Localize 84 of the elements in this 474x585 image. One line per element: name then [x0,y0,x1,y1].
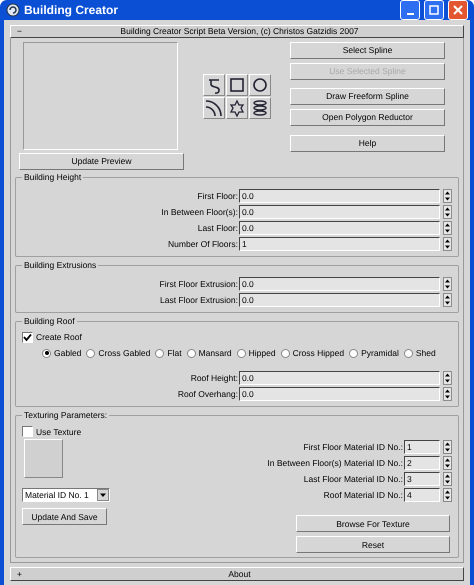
close-icon [453,5,463,15]
field-label: Last Floor: [196,222,238,234]
arc-tool-button[interactable] [203,96,225,118]
spinner-icon[interactable] [443,440,452,454]
input-field[interactable]: 0.0 [238,205,440,219]
input-field[interactable]: 0.0 [238,189,440,203]
about-rollout-header[interactable]: + About [10,567,464,582]
spinner-icon[interactable] [443,205,452,219]
field-label: First Floor Material ID No.: [302,442,403,452]
input-field[interactable]: 0.0 [238,221,440,235]
field-label: Roof Height: [190,373,238,384]
update-preview-button[interactable]: Update Preview [19,153,184,170]
spinner-icon[interactable] [443,293,452,307]
star-icon [227,98,247,118]
input-field[interactable]: 0.0 [238,293,440,307]
field-label: Last Floor Material ID No.: [302,474,403,484]
radio-option[interactable]: Flat [155,348,182,358]
group-title: Building Extrusions [22,260,98,270]
expand-symbol: + [17,569,22,580]
radio-option[interactable]: Cross Hipped [280,348,344,358]
input-field[interactable]: 0.0 [238,371,440,386]
radio-option[interactable]: Gabled [42,348,82,358]
checkbox-label[interactable]: Create Roof [36,332,82,343]
checkbox-label[interactable]: Use Texture [36,426,82,437]
action-button[interactable]: Help [290,135,445,152]
input-field[interactable]: 1 [404,440,440,454]
spinner-icon[interactable] [443,472,452,486]
close-button[interactable] [448,0,468,20]
arc-icon [204,98,224,118]
helix-tool-button[interactable] [249,96,271,118]
field-label: In Between Floor(s) Material ID No.: [266,458,403,468]
circle-tool-button[interactable] [249,74,271,96]
input-field[interactable]: 3 [404,472,440,486]
update-and-save-button[interactable]: Update And Save [22,508,107,526]
minimize-icon [406,13,414,15]
radio-option[interactable]: Cross Gabled [86,348,150,358]
checkbox[interactable] [22,332,33,343]
star-tool-button[interactable] [226,96,248,118]
field-label: Number Of Floors: [167,238,238,250]
rollout-header[interactable]: − Building Creator Script Beta Version, (c) Christos Gatzidis 2007 [10,25,464,38]
spinner-icon[interactable] [443,387,452,402]
curve-tool-button[interactable] [203,74,225,96]
spinner-icon[interactable] [443,277,452,291]
field-label: In Between Floor(s): [160,206,238,218]
group-title: Building Roof [22,316,77,326]
group-title: Building Height [22,172,84,182]
input-field[interactable]: 2 [404,456,440,470]
spinner-icon[interactable] [443,237,452,251]
spinner-icon[interactable] [443,456,452,470]
texture-swatch [24,439,63,478]
texture-button[interactable]: Browse For Texture [296,515,450,532]
spinner-icon[interactable] [443,488,452,502]
spinner-icon[interactable] [443,221,452,235]
radio-option[interactable]: Mansard [186,348,232,358]
radio-option[interactable]: Hipped [236,348,276,358]
field-label: First Floor: [196,190,238,202]
square-tool-button[interactable] [226,74,248,96]
window-title: Building Creator [24,2,120,18]
collapse-symbol: − [17,26,22,37]
input-field[interactable]: 4 [404,488,440,502]
material-dropdown[interactable]: Material ID No. 1 [22,488,110,502]
minimize-button[interactable] [400,0,420,20]
maximize-icon [429,5,439,15]
action-button[interactable]: Select Spline [290,42,445,59]
field-label: Roof Overhang: [176,389,238,400]
spinner-icon[interactable] [443,371,452,386]
checkbox[interactable] [22,426,33,438]
radio-option[interactable]: Shed [404,348,436,358]
about-title: About [227,569,252,580]
input-field[interactable]: 0.0 [238,387,440,402]
field-label: Last Floor Extrusion: [158,294,238,306]
maximize-button[interactable] [424,0,444,20]
input-field[interactable]: 1 [238,237,440,251]
action-button[interactable]: Open Polygon Reductor [290,109,445,126]
input-field[interactable]: 0.0 [238,277,440,291]
field-label: Roof Material ID No.: [322,490,403,500]
spinner-icon[interactable] [443,189,452,203]
texture-button[interactable]: Reset [296,536,450,554]
action-button[interactable]: Draw Freeform Spline [290,88,445,105]
rollout-title: Building Creator Script Beta Version, (c) Christos Gatzidis 2007 [119,26,360,37]
app-icon [6,3,20,17]
radio-option[interactable]: Pyramidal [349,348,399,358]
field-label: First Floor Extrusion: [158,278,238,290]
group-title: Texturing Parameters: [22,410,110,420]
